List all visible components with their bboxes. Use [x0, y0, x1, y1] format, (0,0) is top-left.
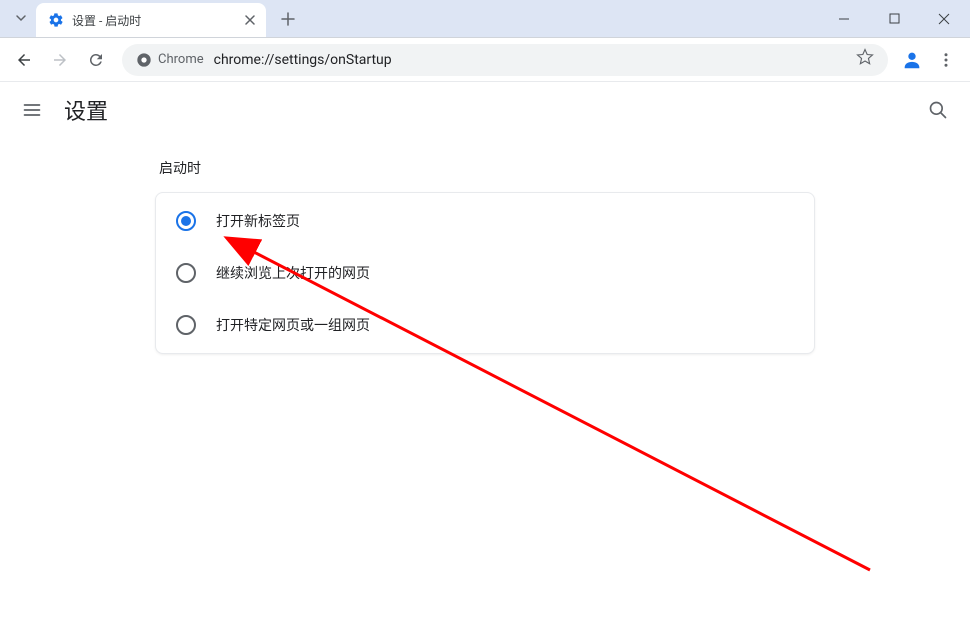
- tab-strip: 设置 - 启动时: [0, 0, 970, 38]
- tab-search-dropdown[interactable]: [6, 3, 36, 33]
- reload-button[interactable]: [80, 44, 112, 76]
- settings-content: 启动时 打开新标签页 继续浏览上次打开的网页 打开特定网页或一组网页: [135, 158, 835, 354]
- page-title: 设置: [64, 94, 108, 126]
- startup-options-card: 打开新标签页 继续浏览上次打开的网页 打开特定网页或一组网页: [155, 192, 815, 354]
- search-icon[interactable]: [926, 98, 950, 122]
- close-window-button[interactable]: [922, 4, 966, 34]
- browser-toolbar: Chrome chrome://settings/onStartup: [0, 38, 970, 82]
- tab-title: 设置 - 启动时: [72, 12, 234, 29]
- security-label: Chrome: [158, 52, 204, 67]
- url-text: chrome://settings/onStartup: [214, 52, 846, 68]
- chrome-icon: [136, 52, 152, 68]
- radio-label: 继续浏览上次打开的网页: [216, 263, 370, 283]
- profile-button[interactable]: [898, 46, 926, 74]
- minimize-button[interactable]: [822, 4, 866, 34]
- browser-menu-button[interactable]: [930, 44, 962, 76]
- new-tab-button[interactable]: [274, 5, 302, 33]
- settings-header: 设置: [0, 82, 970, 138]
- window-controls: [822, 0, 970, 37]
- bookmark-star-icon[interactable]: [856, 48, 874, 71]
- radio-indicator: [176, 211, 196, 231]
- radio-option-continue[interactable]: 继续浏览上次打开的网页: [156, 247, 814, 299]
- settings-gear-icon: [48, 12, 64, 28]
- radio-indicator: [176, 263, 196, 283]
- active-tab[interactable]: 设置 - 启动时: [36, 3, 266, 37]
- close-tab-icon[interactable]: [242, 12, 258, 28]
- hamburger-menu-icon[interactable]: [20, 98, 44, 122]
- section-title: 启动时: [155, 158, 815, 178]
- radio-indicator: [176, 315, 196, 335]
- radio-option-new-tab[interactable]: 打开新标签页: [156, 195, 814, 247]
- forward-button[interactable]: [44, 44, 76, 76]
- radio-label: 打开新标签页: [216, 211, 300, 231]
- site-info-chip[interactable]: Chrome: [136, 52, 204, 68]
- back-button[interactable]: [8, 44, 40, 76]
- radio-label: 打开特定网页或一组网页: [216, 315, 370, 335]
- radio-option-specific-pages[interactable]: 打开特定网页或一组网页: [156, 299, 814, 351]
- address-bar[interactable]: Chrome chrome://settings/onStartup: [122, 44, 888, 76]
- maximize-button[interactable]: [872, 4, 916, 34]
